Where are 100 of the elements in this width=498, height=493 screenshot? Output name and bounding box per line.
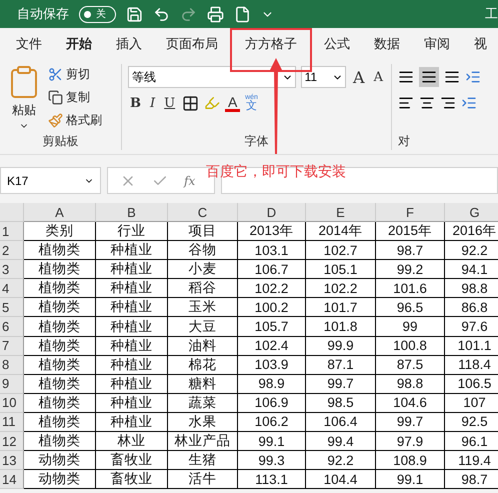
- save-icon[interactable]: [126, 6, 143, 22]
- group-label: 剪贴板: [42, 133, 80, 150]
- ribbon-tab[interactable]: 开始: [54, 28, 104, 56]
- cut-button[interactable]: 剪切: [48, 64, 102, 84]
- italic-button[interactable]: I: [148, 96, 158, 110]
- table-cell: 畜牧业: [96, 451, 168, 470]
- painter-button[interactable]: 格式刷: [48, 110, 102, 130]
- align-bottom-icon[interactable]: [444, 69, 460, 85]
- ribbon-tab[interactable]: 方方格子: [230, 28, 312, 72]
- table-cell: 87.5: [376, 356, 445, 375]
- table-cell: 98.7: [445, 470, 498, 490]
- underline-button[interactable]: U: [162, 96, 178, 110]
- borders-icon[interactable]: [182, 94, 200, 112]
- ribbon-tab[interactable]: 数据: [362, 28, 412, 56]
- table-cell: 108.9: [376, 451, 445, 470]
- align-right-icon[interactable]: [440, 95, 456, 111]
- table-cell: 种植业: [96, 241, 168, 260]
- table-cell: 102.4: [238, 336, 306, 356]
- undo-icon[interactable]: [153, 6, 170, 22]
- row-header[interactable]: 8: [0, 356, 24, 375]
- row-header[interactable]: 14: [0, 470, 24, 490]
- indent-icon[interactable]: [461, 95, 477, 111]
- ribbon-tab[interactable]: 公式: [312, 28, 362, 56]
- orientation-icon[interactable]: [465, 69, 481, 85]
- column-header[interactable]: G: [445, 203, 498, 222]
- table-cell: 101.8: [306, 317, 376, 337]
- shrink-font-button[interactable]: A: [372, 70, 385, 84]
- autosave-label: 自动保存: [17, 5, 69, 23]
- column-header[interactable]: C: [168, 203, 238, 222]
- align-top-icon[interactable]: [398, 69, 414, 85]
- column-header[interactable]: E: [306, 203, 376, 222]
- table-cell: 99.1: [376, 470, 445, 490]
- table-cell: 99.2: [376, 260, 445, 280]
- column-header[interactable]: D: [238, 203, 306, 222]
- align-left-icon[interactable]: [398, 95, 414, 111]
- align-middle-button[interactable]: [419, 67, 439, 87]
- row-header[interactable]: 4: [0, 279, 24, 298]
- align-center-icon[interactable]: [419, 95, 435, 111]
- column-header[interactable]: B: [96, 203, 168, 222]
- name-box[interactable]: K17: [0, 167, 101, 194]
- table-cell: 油料: [168, 336, 238, 356]
- table-cell: 99.1: [238, 432, 306, 452]
- table-cell: 94.1: [445, 260, 498, 280]
- table-cell: 水果: [168, 412, 238, 432]
- table-cell: 101.1: [445, 336, 498, 356]
- paste-button[interactable]: 粘贴: [6, 64, 42, 133]
- row-header[interactable]: 13: [0, 451, 24, 470]
- row-header[interactable]: 3: [0, 260, 24, 280]
- table-cell: 种植业: [96, 336, 168, 356]
- table-cell: 蔬菜: [168, 394, 238, 413]
- table-cell: 99.9: [306, 336, 376, 356]
- table-cell: 畜牧业: [96, 470, 168, 490]
- table-cell: 104.4: [306, 470, 376, 490]
- table-cell: 106.2: [238, 412, 306, 432]
- insert-function-button[interactable]: fx: [184, 174, 196, 188]
- table-cell: 97.6: [445, 317, 498, 337]
- column-header[interactable]: A: [24, 203, 96, 222]
- table-cell: 谷物: [168, 241, 238, 260]
- font-color-button[interactable]: A: [225, 94, 240, 112]
- row-header[interactable]: 6: [0, 317, 24, 337]
- column-header[interactable]: F: [376, 203, 445, 222]
- table-cell: 106.9: [238, 394, 306, 413]
- row-header[interactable]: 1: [0, 222, 24, 242]
- printer-icon[interactable]: [207, 6, 224, 22]
- table-cell: 种植业: [96, 279, 168, 298]
- table-cell: 2014年: [306, 222, 376, 242]
- align-middle-icon: [421, 69, 437, 85]
- document-icon[interactable]: [234, 6, 251, 22]
- annotation-text: 百度它，即可下载安装: [206, 163, 346, 181]
- ribbon-tab[interactable]: 审阅: [412, 28, 462, 56]
- autosave-toggle[interactable]: 关: [79, 6, 116, 22]
- grow-font-button[interactable]: A: [351, 68, 367, 86]
- row-header[interactable]: 11: [0, 412, 24, 432]
- table-cell: 植物类: [24, 298, 96, 318]
- copy-button[interactable]: 复制: [48, 87, 102, 107]
- table-cell: 118.4: [445, 356, 498, 375]
- row-header[interactable]: 9: [0, 374, 24, 394]
- font-name-field[interactable]: 等线: [128, 66, 296, 88]
- table-cell: 119.4: [445, 451, 498, 470]
- table-cell: 103.1: [238, 241, 306, 260]
- table-cell: 玉米: [168, 298, 238, 318]
- ribbon-tab[interactable]: 文件: [4, 28, 54, 56]
- row-header[interactable]: 10: [0, 394, 24, 413]
- font-size-field[interactable]: 11: [300, 66, 346, 88]
- table-cell: 99.3: [238, 451, 306, 470]
- row-header[interactable]: 12: [0, 432, 24, 452]
- paintbrush-icon: [48, 112, 63, 128]
- row-header[interactable]: 5: [0, 298, 24, 318]
- table-cell: 96.5: [376, 298, 445, 318]
- row-header[interactable]: 2: [0, 241, 24, 260]
- row-header[interactable]: 7: [0, 336, 24, 356]
- table-cell: 99.7: [376, 412, 445, 432]
- table-cell: 项目: [168, 222, 238, 242]
- table-cell: 101.6: [376, 279, 445, 298]
- ribbon-tab[interactable]: 视: [462, 28, 498, 56]
- bold-button[interactable]: B: [128, 96, 143, 110]
- ribbon-tab[interactable]: 插入: [104, 28, 154, 56]
- ribbon-tab[interactable]: 页面布局: [154, 28, 230, 56]
- table-cell: 糖料: [168, 374, 238, 394]
- table-cell: 97.9: [376, 432, 445, 452]
